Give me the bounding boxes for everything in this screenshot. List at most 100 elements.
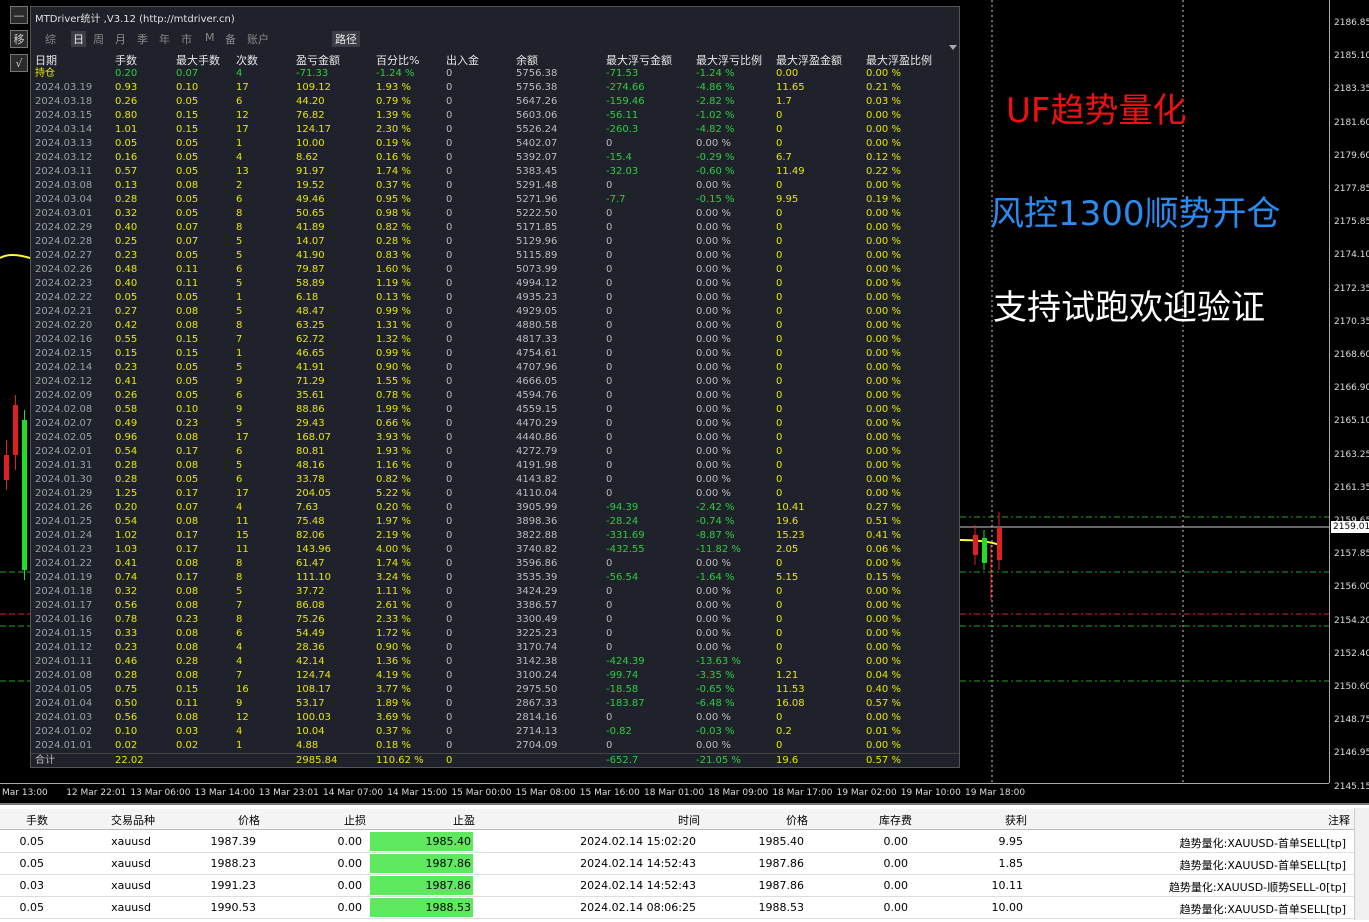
- stats-cell: 0: [606, 362, 613, 373]
- terminal-scrollbar[interactable]: [1354, 808, 1369, 920]
- ma-line: [959, 539, 1001, 546]
- stats-cell: 0.05: [176, 166, 199, 177]
- stats-cell: 0: [606, 208, 613, 219]
- stats-cell: 0: [606, 642, 613, 653]
- stats-cell: 41.91: [296, 362, 325, 373]
- stats-cell: 0.41: [115, 558, 138, 569]
- stats-cell: 2: [236, 180, 243, 191]
- time-axis[interactable]: Mar 13:00 12 Mar 22:01 13 Mar 06:00 13 Mar …: [0, 783, 1329, 803]
- trade-row[interactable]: 0.05 xauusd 1990.53 0.00 1988.53 2024.02.14 0…: [0, 897, 1355, 919]
- stats-cell: -159.46: [606, 96, 645, 107]
- tab-0[interactable]: 综: [45, 31, 56, 47]
- terminal-column-header[interactable]: 止盈: [370, 812, 475, 828]
- terminal-column-header[interactable]: 时间: [478, 812, 700, 828]
- terminal-column-header[interactable]: 注释: [1032, 812, 1350, 828]
- stats-cell: 11.65: [776, 82, 805, 93]
- trade-row[interactable]: 0.05 xauusd 1988.23 0.00 1987.86 2024.02.14 1…: [0, 853, 1355, 875]
- stats-cell: 1.21: [776, 670, 799, 681]
- stats-cell: 143.96: [296, 544, 331, 555]
- terminal-column-header[interactable]: 止损: [266, 812, 366, 828]
- stats-cell: 6: [236, 96, 243, 107]
- stats-cell: 0.00 %: [696, 712, 731, 723]
- time-tick-label: 18 Mar 01:00: [644, 788, 705, 798]
- stats-cell: 0.00 %: [696, 376, 731, 387]
- minimize-button[interactable]: —: [10, 6, 28, 24]
- stats-cell: 14.07: [296, 236, 325, 247]
- stats-cell: 0.05: [176, 292, 199, 303]
- stats-cell: 0.00 %: [866, 656, 901, 667]
- stats-panel[interactable]: MTDriver统计 ,V3.12 (http://mtdriver.cn) 综…: [30, 6, 960, 768]
- stats-cell: 17: [236, 82, 249, 93]
- column-header: 最大浮亏比例: [696, 54, 762, 67]
- stats-cell: 3822.88: [516, 530, 558, 541]
- stats-cell: 10.41: [776, 502, 805, 513]
- terminal-column-header[interactable]: 价格: [706, 812, 808, 828]
- total-cell: 110.62 %: [376, 755, 424, 766]
- stats-cell: 0.54: [115, 516, 138, 527]
- stats-cell: 0.00 %: [866, 740, 901, 751]
- stats-cell: 2024.01.05: [35, 684, 93, 695]
- stats-cell: 0: [606, 488, 613, 499]
- stats-cell: 91.97: [296, 166, 325, 177]
- move-button[interactable]: 移: [10, 30, 28, 48]
- stats-header: 日期 手数 最大手数 次数 盈亏金额 百分比% 出入金 余额 最大浮亏金额 最大浮亏比例 最大浮盈金…: [31, 52, 959, 67]
- tab-5[interactable]: 年: [159, 31, 170, 47]
- trade-row[interactable]: 0.03 xauusd 1991.23 0.00 1987.86 2024.02.14 1…: [0, 875, 1355, 897]
- total-cell: 0: [446, 755, 453, 766]
- stats-row: 2024.02.29 0.40 0.07 8 41.89 0.82 % 0 5171.85 0 0…: [31, 221, 959, 235]
- tab-3[interactable]: 月: [115, 31, 126, 47]
- trade-row[interactable]: 0.05 xauusd 1987.39 0.00 1985.40 2024.02.14 1…: [0, 831, 1355, 853]
- stats-cell: 0.41: [115, 376, 138, 387]
- stats-cell: 0.00 %: [866, 320, 901, 331]
- tab-9[interactable]: 账户: [247, 31, 269, 47]
- terminal-column-header[interactable]: 手数: [0, 812, 48, 828]
- stats-row: 2024.02.15 0.15 0.15 1 46.65 0.99 % 0 4754.61 0 0…: [31, 347, 959, 361]
- price-tick-label: 2145.15: [1334, 781, 1369, 792]
- stats-cell: 0: [446, 642, 453, 653]
- stats-cell: 5383.45: [516, 166, 558, 177]
- stats-cell: 0: [606, 306, 613, 317]
- stats-cell: 0.32: [115, 586, 138, 597]
- check-button[interactable]: √: [10, 54, 28, 72]
- stats-cell: 0: [606, 558, 613, 569]
- stats-cell: 0.00 %: [696, 250, 731, 261]
- stats-cell: 0: [776, 460, 783, 471]
- tab-6[interactable]: 市: [181, 31, 192, 47]
- stats-row: 2024.03.19 0.93 0.10 17 109.12 1.93 % 0 5756.38…: [31, 81, 959, 95]
- stats-cell: 0.28 %: [376, 236, 411, 247]
- stats-cell: 0.02: [115, 740, 138, 751]
- stats-cell: 2024.03.13: [35, 138, 93, 149]
- stats-cell: 0: [606, 348, 613, 359]
- stats-cell: 0.25: [115, 236, 138, 247]
- stats-cell: 0.08: [176, 642, 199, 653]
- stats-cell: 5: [236, 460, 243, 471]
- trade-cell: 0.00: [337, 857, 363, 870]
- terminal-column-header[interactable]: 交易品种: [55, 812, 155, 828]
- stats-cell: 63.25: [296, 320, 325, 331]
- price-chart[interactable]: — 移 √ 2186.85 2185.10 2183.35 2181.60 2179.6…: [0, 0, 1369, 803]
- stats-row: 2024.01.23 1.03 0.17 11 143.96 4.00 % 0 3740.82…: [31, 543, 959, 557]
- stats-cell: 0.11: [176, 264, 199, 275]
- path-button[interactable]: 路径: [332, 31, 360, 47]
- tab-7[interactable]: M: [205, 31, 215, 44]
- stats-row: 2024.02.16 0.55 0.15 7 62.72 1.32 % 0 4817.33 0 0…: [31, 333, 959, 347]
- price-tick-label: 2170.35: [1334, 316, 1369, 327]
- stats-cell: 2.33 %: [376, 614, 411, 625]
- stats-row: 2024.02.07 0.49 0.23 5 29.43 0.66 % 0 4470.29 0 0…: [31, 417, 959, 431]
- tab-1[interactable]: 日: [71, 31, 86, 47]
- stats-cell: 8: [236, 320, 243, 331]
- panel-dropdown-icon[interactable]: [949, 45, 957, 50]
- stats-cell: 0.00 %: [696, 320, 731, 331]
- stats-cell: 0: [776, 250, 783, 261]
- stats-cell: -15.4: [606, 152, 632, 163]
- terminal-column-header[interactable]: 获利: [917, 812, 1027, 828]
- stats-cell: 0.17: [176, 572, 199, 583]
- tab-8[interactable]: 备: [225, 31, 236, 47]
- stats-cell: 0.00 %: [696, 446, 731, 457]
- terminal-column-header[interactable]: 价格: [160, 812, 260, 828]
- stats-cell: 4110.04: [516, 488, 558, 499]
- tab-4[interactable]: 季: [137, 31, 148, 47]
- stats-row: 2024.01.22 0.41 0.08 8 61.47 1.74 % 0 3596.86 0 0…: [31, 557, 959, 571]
- terminal-column-header[interactable]: 库存费: [812, 812, 912, 828]
- tab-2[interactable]: 周: [93, 31, 104, 47]
